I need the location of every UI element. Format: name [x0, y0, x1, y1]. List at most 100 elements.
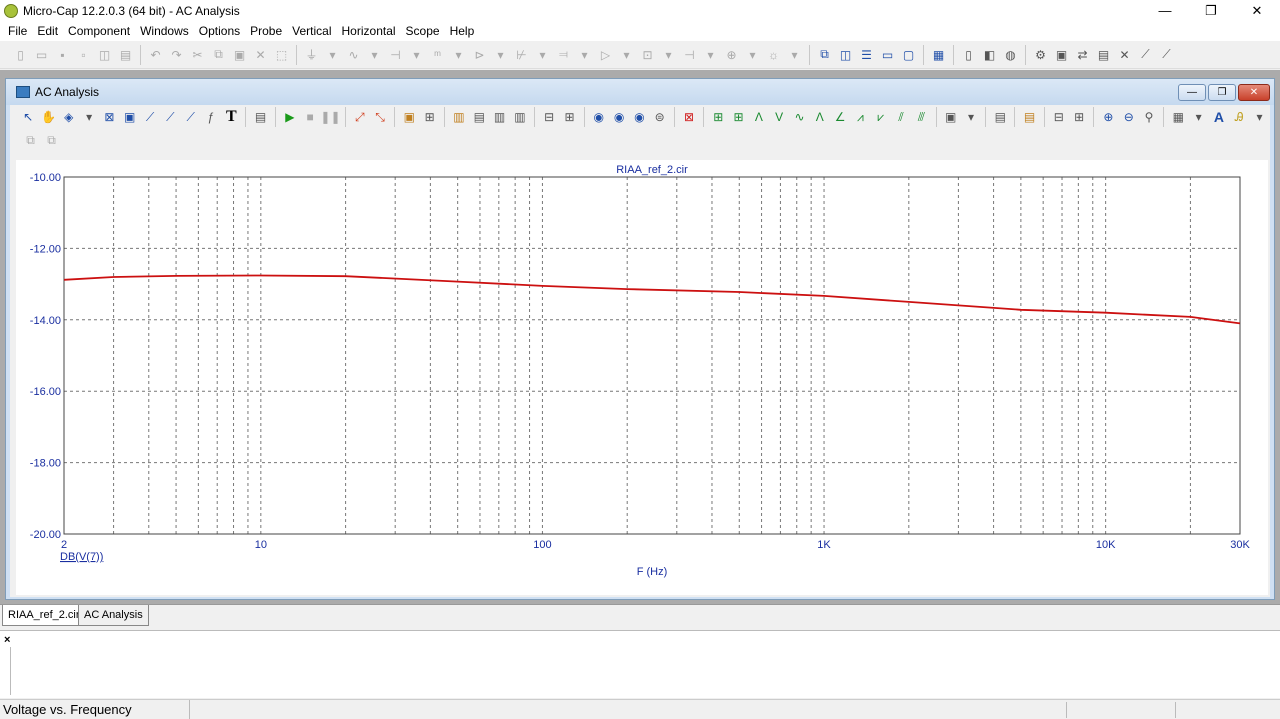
- grid-text-icon[interactable]: ▥: [489, 107, 509, 127]
- calculator-icon[interactable]: ▦: [928, 45, 949, 65]
- dropdown-arrow-icon[interactable]: ▾: [784, 45, 805, 65]
- cursor-left-icon[interactable]: ◉: [629, 107, 649, 127]
- cursor-mode-icon[interactable]: ◉: [589, 107, 609, 127]
- peak-icon[interactable]: ⊞: [708, 107, 728, 127]
- battery-component-icon[interactable]: ⊣: [679, 45, 700, 65]
- dropdown-arrow-icon[interactable]: ▾: [322, 45, 343, 65]
- high-icon[interactable]: Λ: [749, 107, 769, 127]
- save-all-icon[interactable]: ▫: [73, 45, 94, 65]
- menu-options[interactable]: Options: [194, 24, 245, 38]
- top-icon[interactable]: ⩘: [850, 107, 870, 127]
- print-icon[interactable]: ▤: [115, 45, 136, 65]
- shape-editor-icon[interactable]: ◧: [979, 45, 1000, 65]
- dropdown-arrow-icon[interactable]: ▾: [700, 45, 721, 65]
- pause-icon[interactable]: ❚❚: [320, 107, 340, 127]
- global-low-icon[interactable]: ∠: [830, 107, 850, 127]
- cut-icon[interactable]: ✂: [187, 45, 208, 65]
- same-x-scales-icon[interactable]: ⊞: [1069, 107, 1089, 127]
- horizontal-axis-icon[interactable]: ⊟: [539, 107, 559, 127]
- copy-plot-icon[interactable]: ⧉: [20, 130, 41, 150]
- dropdown-arrow-icon[interactable]: ▾: [1249, 107, 1269, 127]
- resistor-component-icon[interactable]: ∿: [343, 45, 364, 65]
- notes-icon[interactable]: ▤: [990, 107, 1010, 127]
- select-all-icon[interactable]: ⬚: [271, 45, 292, 65]
- select-mode-icon[interactable]: ↖: [18, 107, 38, 127]
- run-icon[interactable]: ▶: [280, 107, 300, 127]
- clipboard-icon[interactable]: ▣: [941, 107, 961, 127]
- tile-vertical-icon[interactable]: ◫: [835, 45, 856, 65]
- dropdown-arrow-icon[interactable]: ▾: [961, 107, 981, 127]
- horizontal-tag-icon[interactable]: ⟋: [181, 107, 201, 127]
- series-line[interactable]: [63, 274, 1241, 325]
- bottom-icon[interactable]: ⩗: [871, 107, 891, 127]
- formula-tag-icon[interactable]: ƒ: [201, 107, 221, 127]
- performance-plot-icon[interactable]: ⟋: [1156, 45, 1177, 65]
- capacitor-component-icon[interactable]: ⊣: [385, 45, 406, 65]
- lamp-component-icon[interactable]: ☼: [763, 45, 784, 65]
- scale-mode-icon[interactable]: ⊠: [99, 107, 119, 127]
- source-component-icon[interactable]: ⊡: [637, 45, 658, 65]
- graph-tool-icon[interactable]: ▣: [120, 107, 140, 127]
- tab-riaa-ref-2[interactable]: RIAA_ref_2.cir: [2, 605, 86, 626]
- remove-cursor-icon[interactable]: ⊠: [679, 107, 699, 127]
- restore-button[interactable]: ❐: [1188, 0, 1234, 21]
- dropdown-arrow-icon[interactable]: ▾: [406, 45, 427, 65]
- next-point-icon[interactable]: ⫻: [911, 107, 931, 127]
- menu-windows[interactable]: Windows: [135, 24, 194, 38]
- diode-component-icon[interactable]: ⊳: [469, 45, 490, 65]
- zoom-out-icon[interactable]: ⊖: [1119, 107, 1139, 127]
- same-y-scales-icon[interactable]: ⊟: [1049, 107, 1069, 127]
- pan-mode-icon[interactable]: ✋: [38, 107, 58, 127]
- copy-icon[interactable]: ⧉: [208, 45, 229, 65]
- menu-scope[interactable]: Scope: [401, 24, 445, 38]
- maximize-window-icon[interactable]: ▢: [898, 45, 919, 65]
- inflection-icon[interactable]: ∿: [789, 107, 809, 127]
- font-style-icon[interactable]: Ꭿ: [1229, 107, 1249, 127]
- paste-icon[interactable]: ▣: [229, 45, 250, 65]
- text-tool-icon[interactable]: T: [221, 107, 241, 127]
- baseline-icon[interactable]: ⊞: [559, 107, 579, 127]
- menu-horizontal[interactable]: Horizontal: [337, 24, 401, 38]
- model-program-icon[interactable]: ⚙: [1030, 45, 1051, 65]
- valley-icon[interactable]: ⊞: [728, 107, 748, 127]
- new-file-icon[interactable]: ▯: [10, 45, 31, 65]
- inductor-component-icon[interactable]: ᵐ: [427, 45, 448, 65]
- tokens-icon[interactable]: ⊞: [420, 107, 440, 127]
- dropdown-arrow-icon[interactable]: ▾: [364, 45, 385, 65]
- menu-vertical[interactable]: Vertical: [287, 24, 336, 38]
- ruler-icon[interactable]: ▥: [510, 107, 530, 127]
- layout-icon[interactable]: ▦: [1168, 107, 1188, 127]
- component-editor-icon[interactable]: ▯: [958, 45, 979, 65]
- slope-icon[interactable]: ⫽: [891, 107, 911, 127]
- data-points-icon[interactable]: ▣: [399, 107, 419, 127]
- child-minimize-button[interactable]: —: [1178, 84, 1206, 101]
- stop-icon[interactable]: ■: [300, 107, 320, 127]
- child-restore-button[interactable]: ❐: [1208, 84, 1236, 101]
- cascade-icon[interactable]: ⧉: [814, 45, 835, 65]
- tab-ac-analysis[interactable]: AC Analysis: [78, 605, 149, 626]
- series-legend-label[interactable]: DB(V(7)): [60, 551, 103, 563]
- zoom-in-icon[interactable]: ⊕: [1098, 107, 1118, 127]
- cursor-right-icon[interactable]: ◉: [609, 107, 629, 127]
- plot-properties-icon[interactable]: ⟋: [1135, 45, 1156, 65]
- redo-icon[interactable]: ↷: [166, 45, 187, 65]
- zoom-mode-icon[interactable]: ⚲: [1139, 107, 1159, 127]
- package-editor-icon[interactable]: ▤: [1093, 45, 1114, 65]
- dropdown-arrow-icon[interactable]: ▾: [574, 45, 595, 65]
- dropdown-arrow-icon[interactable]: ▾: [448, 45, 469, 65]
- ground-component-icon[interactable]: ⏚: [301, 45, 322, 65]
- paste-plot-icon[interactable]: ⧉: [41, 130, 62, 150]
- point-tag-icon[interactable]: ⟋: [160, 107, 180, 127]
- check-model-icon[interactable]: ▣: [1051, 45, 1072, 65]
- mosfet-component-icon[interactable]: ⫤: [553, 45, 574, 65]
- menu-help[interactable]: Help: [445, 24, 480, 38]
- cursor-options-icon[interactable]: ⊜: [650, 107, 670, 127]
- menu-edit[interactable]: Edit: [32, 24, 63, 38]
- scale-plot-alt-icon[interactable]: ⤡: [370, 107, 390, 127]
- transistor-component-icon[interactable]: ⊬: [511, 45, 532, 65]
- dropdown-arrow-icon[interactable]: ▾: [532, 45, 553, 65]
- dropdown-arrow-icon[interactable]: ▾: [742, 45, 763, 65]
- opamp-component-icon[interactable]: ▷: [595, 45, 616, 65]
- dropdown-arrow-icon[interactable]: ▾: [490, 45, 511, 65]
- dropdown-arrow-icon[interactable]: ▾: [616, 45, 637, 65]
